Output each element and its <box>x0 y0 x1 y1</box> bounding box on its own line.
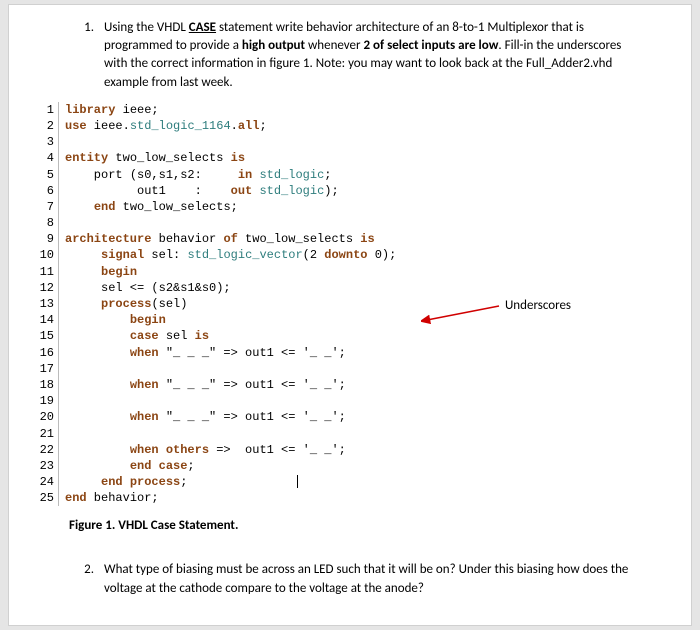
annotation-underscores: Underscores <box>505 297 571 315</box>
line-number: 18 <box>33 377 59 393</box>
text-cursor <box>297 475 298 488</box>
code-content: when "_ _ _" => out1 <= '_ _'; <box>65 377 346 393</box>
line-number: 23 <box>33 458 59 474</box>
question-1: 1. Using the VHDL CASE statement write b… <box>79 19 651 92</box>
code-content: sel <= (s2&s1&s0); <box>65 280 231 296</box>
code-line: 17 <box>33 361 651 377</box>
line-number: 25 <box>33 490 59 506</box>
line-number: 6 <box>33 183 59 199</box>
code-line: 19 <box>33 393 651 409</box>
line-number: 24 <box>33 474 59 490</box>
code-listing: Underscores 1 library ieee; 2 use ieee.std_… <box>29 102 651 507</box>
code-content: case sel is <box>65 328 209 344</box>
code-line: 4 entity two_low_selects is <box>33 150 651 166</box>
code-line: 18 when "_ _ _" => out1 <= '_ _'; <box>33 377 651 393</box>
code-content: end process; <box>65 474 298 490</box>
code-line: 25 end behavior; <box>33 490 651 506</box>
code-line: 24 end process; <box>33 474 651 490</box>
line-number: 16 <box>33 345 59 361</box>
code-line: 2 use ieee.std_logic_1164.all; <box>33 118 651 134</box>
line-number: 22 <box>33 442 59 458</box>
code-line: 5 port (s0,s1,s2: in std_logic; <box>33 167 651 183</box>
line-number: 19 <box>33 393 59 409</box>
line-number: 9 <box>33 231 59 247</box>
code-line: 22 when others => out1 <= '_ _'; <box>33 442 651 458</box>
line-number: 7 <box>33 199 59 215</box>
line-number: 8 <box>33 215 59 231</box>
code-line: 16 when "_ _ _" => out1 <= '_ _'; <box>33 345 651 361</box>
code-line: 20 when "_ _ _" => out1 <= '_ _'; <box>33 409 651 425</box>
line-number: 15 <box>33 328 59 344</box>
question-1-text: Using the VHDL CASE statement write beha… <box>104 19 651 92</box>
code-content: begin <box>65 264 137 280</box>
code-line: 6 out1 : out std_logic); <box>33 183 651 199</box>
code-line: 1 library ieee; <box>33 102 651 118</box>
code-line: 9 architecture behavior of two_low_select… <box>33 231 651 247</box>
line-number: 14 <box>33 312 59 328</box>
figure-caption: Figure 1. VHDL Case Statement. <box>29 518 651 533</box>
code-content: end two_low_selects; <box>65 199 238 215</box>
line-number: 12 <box>33 280 59 296</box>
code-content: when "_ _ _" => out1 <= '_ _'; <box>65 409 346 425</box>
line-number: 5 <box>33 167 59 183</box>
code-content: library ieee; <box>65 102 159 118</box>
code-content: when others => out1 <= '_ _'; <box>65 442 346 458</box>
code-content: architecture behavior of two_low_selects… <box>65 231 375 247</box>
code-content: port (s0,s1,s2: in std_logic; <box>65 167 331 183</box>
code-content: use ieee.std_logic_1164.all; <box>65 118 267 134</box>
line-number: 2 <box>33 118 59 134</box>
line-number: 13 <box>33 296 59 312</box>
line-number: 20 <box>33 409 59 425</box>
code-line: 12 sel <= (s2&s1&s0); <box>33 280 651 296</box>
code-content: end behavior; <box>65 490 159 506</box>
code-line: 10 signal sel: std_logic_vector(2 downto… <box>33 247 651 263</box>
code-content: end case; <box>65 458 195 474</box>
code-line: 8 <box>33 215 651 231</box>
line-number: 21 <box>33 426 59 442</box>
document-page: 1. Using the VHDL CASE statement write b… <box>8 4 692 626</box>
code-content: entity two_low_selects is <box>65 150 245 166</box>
code-content: begin <box>65 312 166 328</box>
code-line: 14 begin <box>33 312 651 328</box>
arrow-icon <box>421 304 501 324</box>
code-content: process(sel) <box>65 296 187 312</box>
line-number: 10 <box>33 247 59 263</box>
line-number: 1 <box>33 102 59 118</box>
code-line: 3 <box>33 134 651 150</box>
question-2: 2. What type of biasing must be across a… <box>79 561 651 597</box>
code-content: when "_ _ _" => out1 <= '_ _'; <box>65 345 346 361</box>
code-line: 11 begin <box>33 264 651 280</box>
code-line: 7 end two_low_selects; <box>33 199 651 215</box>
question-2-text: What type of biasing must be across an L… <box>104 561 651 597</box>
code-line: 23 end case; <box>33 458 651 474</box>
code-content: signal sel: std_logic_vector(2 downto 0)… <box>65 247 396 263</box>
line-number: 11 <box>33 264 59 280</box>
question-1-number: 1. <box>79 19 104 92</box>
line-number: 4 <box>33 150 59 166</box>
question-2-number: 2. <box>79 561 104 597</box>
code-content: out1 : out std_logic); <box>65 183 339 199</box>
code-line: 15 case sel is <box>33 328 651 344</box>
code-line: 21 <box>33 426 651 442</box>
line-number: 3 <box>33 134 59 150</box>
line-number: 17 <box>33 361 59 377</box>
